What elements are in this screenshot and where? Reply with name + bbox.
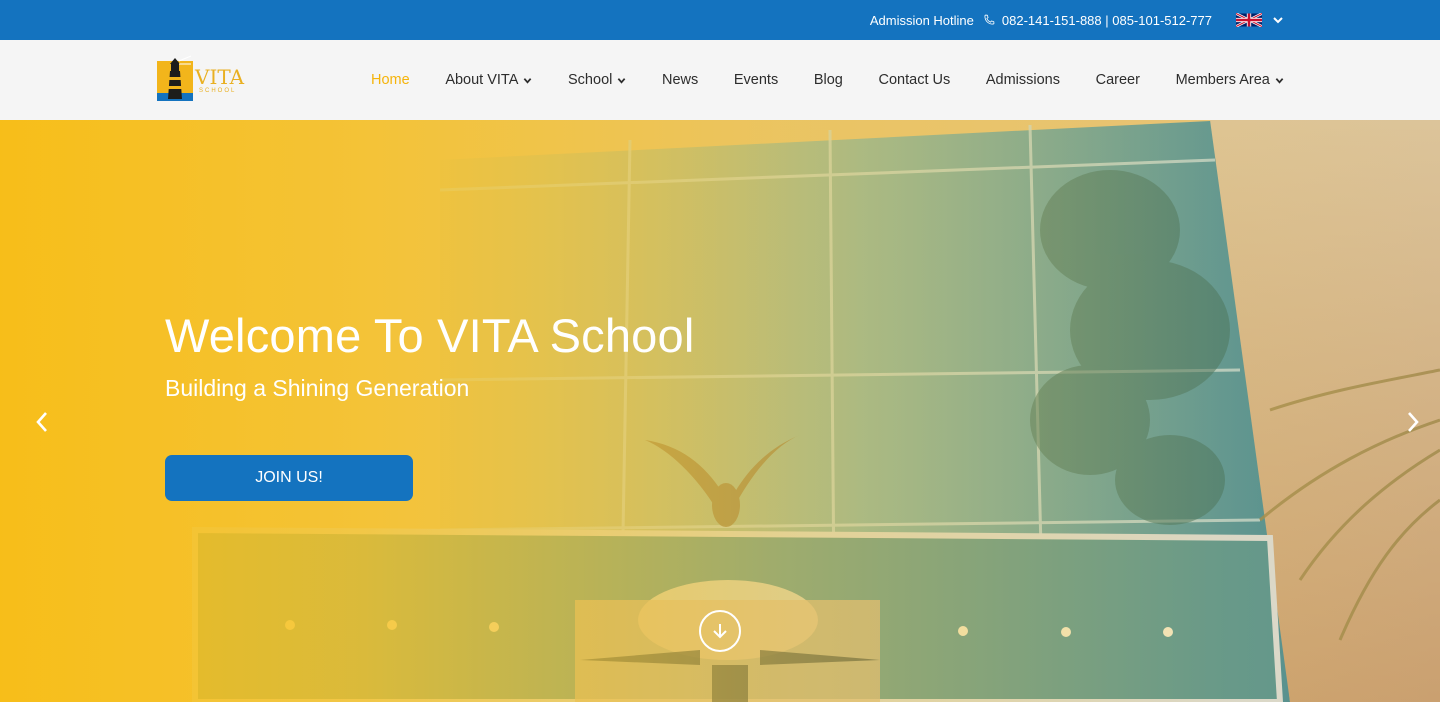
hero-subtitle: Building a Shining Generation xyxy=(165,375,470,401)
nav-item-admissions[interactable]: Admissions xyxy=(986,72,1060,88)
nav-item-contact-us[interactable]: Contact Us xyxy=(879,72,951,88)
nav-item-career[interactable]: Career xyxy=(1096,72,1140,88)
nav-item-label: News xyxy=(661,72,699,88)
nav-item-school[interactable]: School xyxy=(568,72,626,88)
hotline-label: Admission Hotline xyxy=(869,12,974,28)
arrow-down-icon xyxy=(713,624,727,639)
lighthouse-logo-icon xyxy=(157,55,193,101)
nav-item-label: Career xyxy=(1095,72,1140,88)
slider-next-button[interactable] xyxy=(1403,408,1423,436)
chevron-down-icon[interactable] xyxy=(1272,14,1284,26)
nav-item-label: About VITA xyxy=(445,72,519,88)
nav-item-news[interactable]: News xyxy=(662,72,698,88)
nav-item-label: Home xyxy=(371,72,410,88)
caret-down-icon xyxy=(1275,76,1284,85)
nav-item-label: School xyxy=(568,72,613,88)
logo-tagline: SCHOOL xyxy=(199,87,237,94)
logo-wordmark: VITA SCHOOL xyxy=(195,67,244,94)
hero-title: Welcome To VITA School xyxy=(165,309,695,362)
hero-slider: Welcome To VITA School Building a Shinin… xyxy=(0,120,1440,702)
chevron-left-icon xyxy=(36,412,47,432)
primary-menu: Home About VITA School News Events Blog Contac… xyxy=(355,40,1300,120)
logo-name: VITA xyxy=(195,64,245,89)
nav-item-label: Events xyxy=(733,72,779,88)
admission-hotline: Admission Hotline 082-141-151-888 | 085-… xyxy=(870,0,1212,40)
main-navbar: VITA SCHOOL Home About VITA School News Even… xyxy=(0,40,1440,120)
caret-down-icon xyxy=(523,76,532,85)
nav-item-home[interactable]: Home xyxy=(371,72,410,88)
chevron-right-icon xyxy=(1408,412,1419,432)
hotline-numbers[interactable]: 082-141-151-888 | 085-101-512-777 xyxy=(1002,13,1212,28)
slider-prev-button[interactable] xyxy=(32,408,52,436)
scroll-down-button[interactable] xyxy=(699,610,741,652)
uk-flag-icon xyxy=(1235,12,1263,28)
top-bar: Admission Hotline 082-141-151-888 | 085-… xyxy=(0,0,1440,40)
caret-down-icon xyxy=(617,76,626,85)
nav-item-events[interactable]: Events xyxy=(734,72,778,88)
nav-item-label: Blog xyxy=(813,72,843,88)
nav-item-label: Admissions xyxy=(985,72,1060,88)
nav-item-about-vita[interactable]: About VITA xyxy=(445,72,532,88)
language-selector[interactable] xyxy=(1235,0,1284,40)
site-logo[interactable]: VITA SCHOOL xyxy=(157,54,249,106)
nav-item-blog[interactable]: Blog xyxy=(814,72,843,88)
join-us-button[interactable]: JOIN US! xyxy=(165,455,413,501)
nav-item-members-area[interactable]: Members Area xyxy=(1176,72,1284,88)
nav-item-label: Members Area xyxy=(1175,72,1270,88)
nav-item-label: Contact Us xyxy=(878,72,951,88)
phone-icon xyxy=(982,13,996,27)
